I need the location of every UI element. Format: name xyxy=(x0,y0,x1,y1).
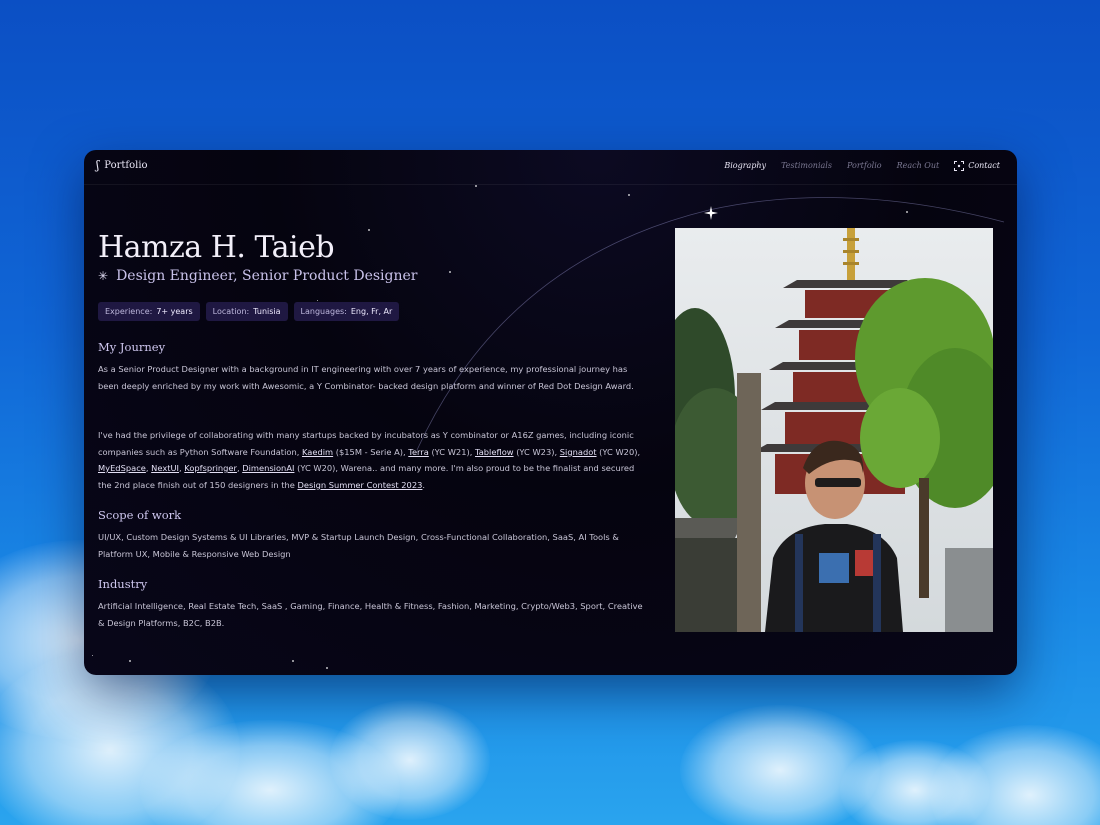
link-myedspace[interactable]: MyEdSpace xyxy=(98,463,146,473)
chip-value: Eng, Fr, Ar xyxy=(350,307,393,316)
nav-link-reach-out[interactable]: Reach Out xyxy=(897,161,940,170)
link-tableflow[interactable]: Tableflow xyxy=(475,447,514,457)
logo-mark-icon: ʃ xyxy=(96,158,100,172)
link-dimensionai[interactable]: DimensionAI xyxy=(242,463,294,473)
role-label: Design Engineer, Senior Product Designer xyxy=(116,268,418,284)
hero-role: ✳ Design Engineer, Senior Product Design… xyxy=(98,268,418,284)
scope-title: Scope of work xyxy=(98,508,182,522)
contact-label: Contact xyxy=(968,161,1000,170)
chip-experience: Experience: 7+ years xyxy=(98,302,200,321)
nav-links: Biography Testimonials Portfolio Reach O… xyxy=(724,161,1000,171)
contact-button[interactable]: Contact xyxy=(954,161,1000,171)
chip-value: Tunisia xyxy=(253,307,281,316)
portfolio-window: ʃ Portfolio Biography Testimonials Portf… xyxy=(84,150,1017,675)
journey-title: My Journey xyxy=(98,340,166,354)
nav-link-testimonials[interactable]: Testimonials xyxy=(781,161,832,170)
profile-photo-illustration xyxy=(675,228,993,632)
link-nextui[interactable]: NextUI xyxy=(151,463,179,473)
top-nav: ʃ Portfolio Biography Testimonials Portf… xyxy=(84,150,1017,185)
journey-paragraph-2: I've had the privilege of collaborating … xyxy=(98,427,644,493)
link-design-summer-contest[interactable]: Design Summer Contest 2023 xyxy=(297,480,422,490)
text-segment: ($15M - Serie A), xyxy=(333,446,409,457)
text-segment: . xyxy=(422,479,426,490)
text-segment: (YC W21), xyxy=(428,446,476,457)
cloud xyxy=(330,700,490,820)
industry-title: Industry xyxy=(98,577,148,591)
scan-frame-icon xyxy=(954,161,965,171)
asterisk-icon: ✳ xyxy=(98,269,109,283)
cloud xyxy=(930,725,1100,825)
chip-value: 7+ years xyxy=(156,307,193,316)
hero-name: Hamza H. Taieb xyxy=(98,230,335,265)
scope-text: UI/UX, Custom Design Systems & UI Librar… xyxy=(98,532,619,559)
link-kopfspringer[interactable]: Kopfspringer xyxy=(184,463,237,473)
info-chips: Experience: 7+ years Location: Tunisia L… xyxy=(98,302,400,321)
brand-label: Portfolio xyxy=(104,159,148,171)
nav-link-portfolio[interactable]: Portfolio xyxy=(847,161,882,170)
profile-photo xyxy=(675,228,993,632)
chip-label: Languages: xyxy=(300,307,347,316)
nav-link-biography[interactable]: Biography xyxy=(724,161,766,170)
industry-text: Artificial Intelligence, Real Estate Tec… xyxy=(98,601,643,628)
journey-paragraph-1: As a Senior Product Designer with a back… xyxy=(98,364,634,391)
chip-languages: Languages: Eng, Fr, Ar xyxy=(293,302,400,321)
chip-location: Location: Tunisia xyxy=(205,302,288,321)
link-terra[interactable]: Terra xyxy=(408,447,429,457)
brand-logo[interactable]: ʃ Portfolio xyxy=(96,159,148,171)
chip-label: Experience: xyxy=(105,307,153,316)
link-signadot[interactable]: Signadot xyxy=(560,447,597,457)
text-segment: (YC W20), xyxy=(596,446,641,457)
chip-label: Location: xyxy=(212,307,250,316)
text-segment: (YC W23), xyxy=(513,446,560,457)
link-kaedim[interactable]: Kaedim xyxy=(302,447,333,457)
